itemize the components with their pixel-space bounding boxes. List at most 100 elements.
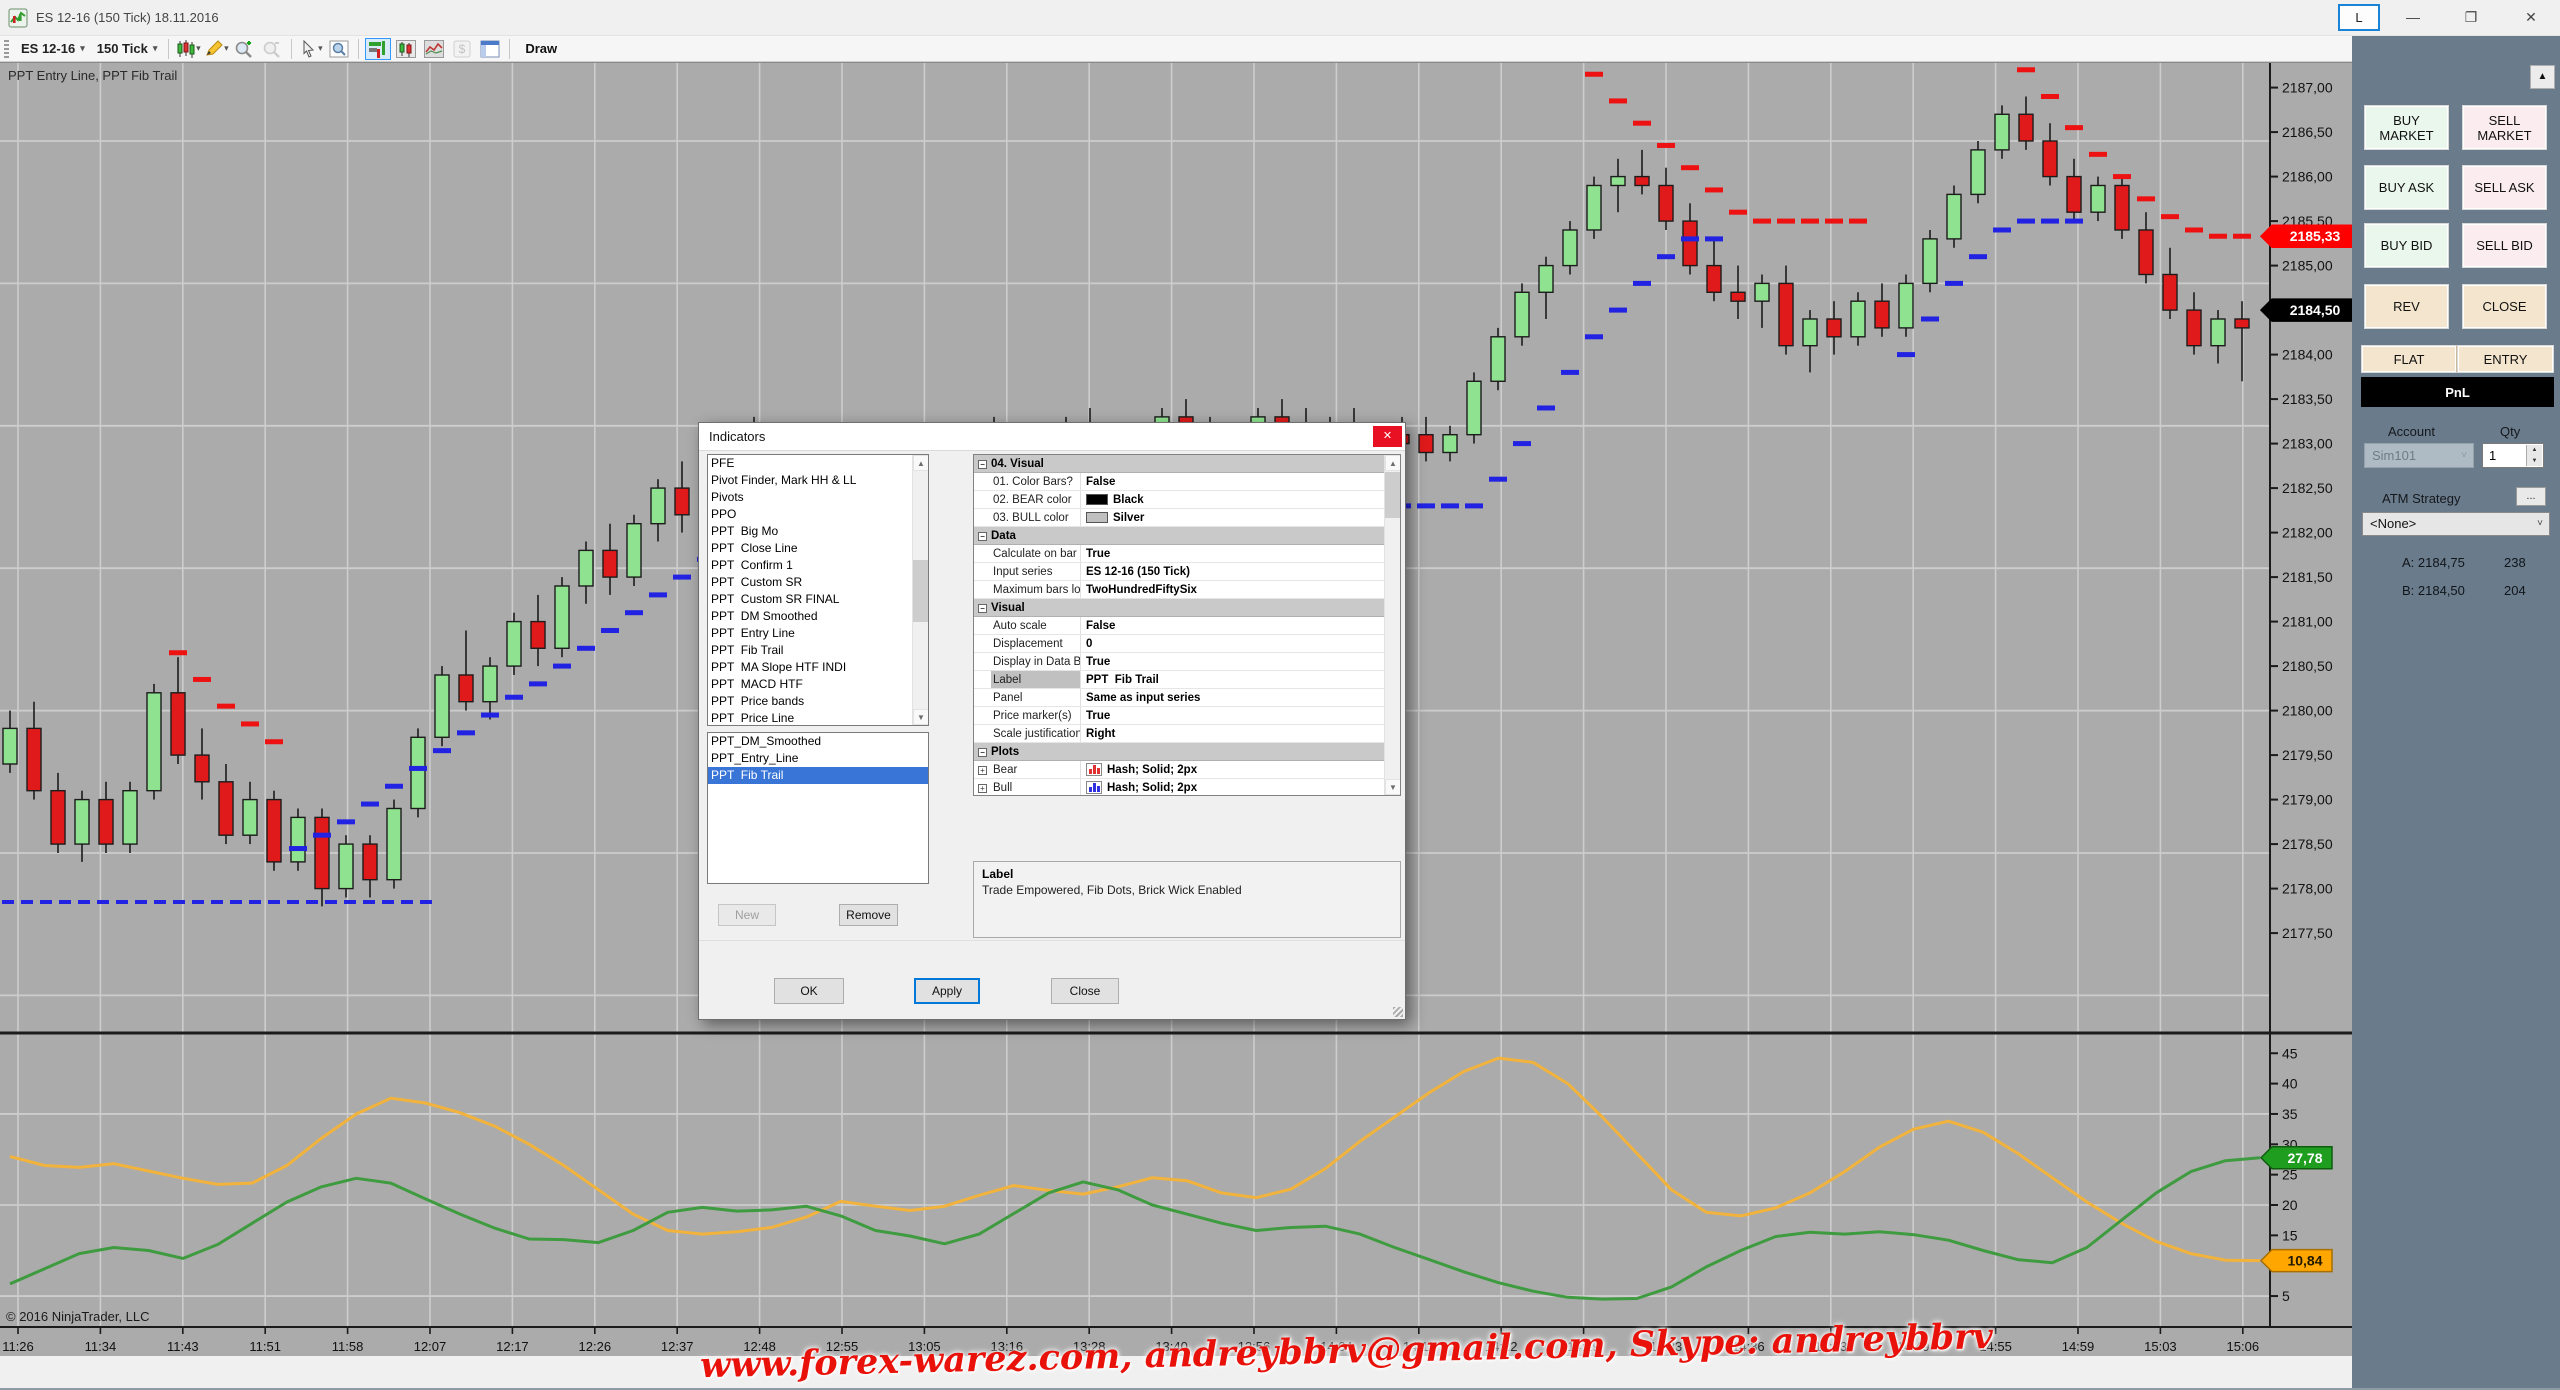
close-position-button[interactable]: CLOSE <box>2462 284 2547 329</box>
buy-market-button[interactable]: BUY MARKET <box>2364 105 2449 150</box>
indicator-list-item[interactable]: PPT Price Line <box>708 710 928 726</box>
toolbar-grip[interactable] <box>4 40 9 58</box>
indicator-list-item[interactable]: Pivot Finder, Mark HH & LL <box>708 472 928 489</box>
sell-ask-button[interactable]: SELL ASK <box>2462 165 2547 210</box>
entry-tab[interactable]: ENTRY <box>2457 345 2554 373</box>
property-row[interactable]: Auto scaleFalse <box>974 617 1400 635</box>
atm-strategy-select[interactable]: <None>˅ <box>2362 512 2550 536</box>
indicators-button[interactable] <box>421 38 447 60</box>
draw-menu[interactable]: Draw <box>515 41 567 56</box>
property-row[interactable]: LabelPPT Fib Trail <box>974 671 1400 689</box>
instrument-selector[interactable]: ES 12-16▾ <box>15 39 91 58</box>
strategies-button[interactable]: $ <box>449 38 475 60</box>
collapse-icon[interactable]: − <box>978 532 987 541</box>
indicator-list-item[interactable]: PPT MA Slope HTF INDI <box>708 659 928 676</box>
property-value[interactable]: True <box>1080 653 1400 670</box>
indicator-list-item[interactable]: PPT MACD HTF <box>708 676 928 693</box>
property-value[interactable]: Hash; Solid; 2px <box>1080 779 1400 796</box>
property-value[interactable]: Hash; Solid; 2px <box>1080 761 1400 778</box>
property-row[interactable]: 03. BULL colorSilver <box>974 509 1400 527</box>
flat-tab[interactable]: FLAT <box>2361 345 2457 373</box>
property-value[interactable]: Same as input series <box>1080 689 1400 706</box>
property-value[interactable]: True <box>1080 545 1400 562</box>
applied-indicator-item[interactable]: PPT_Entry_Line <box>708 750 928 767</box>
property-category[interactable]: −Visual <box>974 599 1400 617</box>
panel-collapse-button[interactable]: ▲ <box>2530 65 2555 89</box>
indicator-list-item[interactable]: PPT Price bands <box>708 693 928 710</box>
property-row[interactable]: Displacement0 <box>974 635 1400 653</box>
property-category[interactable]: −Data <box>974 527 1400 545</box>
indicator-list-item[interactable]: PPT Close Line <box>708 540 928 557</box>
new-button[interactable]: New <box>718 904 776 926</box>
indicator-list-item[interactable]: PPT Entry Line <box>708 625 928 642</box>
quantity-stepper[interactable]: 1 ▲▼ <box>2482 443 2544 468</box>
zoom-out-button[interactable] <box>259 38 285 60</box>
reverse-button[interactable]: REV <box>2364 284 2449 329</box>
zoom-in-button[interactable] <box>231 38 257 60</box>
data-series-button[interactable] <box>393 38 419 60</box>
interval-selector[interactable]: 150 Tick▾ <box>91 39 164 58</box>
close-button[interactable]: ✕ <box>2508 0 2554 34</box>
indicator-list-item[interactable]: Pivots <box>708 489 928 506</box>
property-row[interactable]: 01. Color Bars?False <box>974 473 1400 491</box>
chart-style-button[interactable]: ▾ <box>175 38 201 60</box>
property-value[interactable]: Right <box>1080 725 1400 742</box>
apply-button[interactable]: Apply <box>914 978 980 1004</box>
expand-icon[interactable]: + <box>978 784 987 793</box>
indicator-list-item[interactable]: PPT Big Mo <box>708 523 928 540</box>
expand-icon[interactable]: + <box>978 766 987 775</box>
property-row[interactable]: Display in Data BoxTrue <box>974 653 1400 671</box>
property-value[interactable]: TwoHundredFiftySix <box>1080 581 1400 598</box>
scrollbar-thumb[interactable] <box>1385 472 1401 518</box>
dialog-titlebar[interactable]: Indicators ✕ <box>699 423 1405 451</box>
applied-indicator-item[interactable]: PPT_DM_Smoothed <box>708 733 928 750</box>
data-box-button[interactable] <box>326 38 352 60</box>
indicator-list-item[interactable]: PPT Fib Trail <box>708 642 928 659</box>
indicator-list-item[interactable]: PFE <box>708 455 928 472</box>
remove-button[interactable]: Remove <box>839 904 898 926</box>
sell-market-button[interactable]: SELL MARKET <box>2462 105 2547 150</box>
property-row[interactable]: Price marker(s)True <box>974 707 1400 725</box>
account-select[interactable]: Sim101˅ <box>2364 443 2474 468</box>
resize-grip[interactable] <box>1393 1007 1403 1017</box>
applied-indicators-list[interactable]: PPT_DM_SmoothedPPT_Entry_LinePPT Fib Tra… <box>707 732 929 884</box>
atm-more-button[interactable]: ... <box>2516 487 2546 506</box>
applied-indicator-item[interactable]: PPT Fib Trail <box>708 767 928 784</box>
property-category[interactable]: −04. Visual <box>974 455 1400 473</box>
property-value[interactable]: False <box>1080 617 1400 634</box>
scroll-down-icon[interactable]: ▼ <box>1385 779 1401 795</box>
property-row[interactable]: 02. BEAR colorBlack <box>974 491 1400 509</box>
stepper-arrows[interactable]: ▲▼ <box>2526 445 2542 466</box>
title-bar[interactable]: ES 12-16 (150 Tick) 18.11.2016 L — ❐ ✕ <box>0 0 2560 36</box>
property-value[interactable]: Black <box>1080 491 1400 508</box>
property-value[interactable]: False <box>1080 473 1400 490</box>
available-indicators-list[interactable]: PFEPivot Finder, Mark HH & LLPivotsPPOPP… <box>707 454 929 726</box>
maximize-button[interactable]: ❐ <box>2448 0 2494 34</box>
property-row[interactable]: Maximum bars look backTwoHundredFiftySix <box>974 581 1400 599</box>
scrollbar-thumb[interactable] <box>913 560 929 622</box>
scroll-up-icon[interactable]: ▲ <box>1385 455 1401 471</box>
property-row[interactable]: +BullHash; Solid; 2px <box>974 779 1400 796</box>
close-dialog-button[interactable]: Close <box>1051 978 1119 1004</box>
drawing-tools-button[interactable]: ▾ <box>203 38 229 60</box>
minimize-button[interactable]: — <box>2390 0 2436 34</box>
dialog-close-button[interactable]: ✕ <box>1373 426 1402 447</box>
indicator-list-item[interactable]: PPT Custom SR <box>708 574 928 591</box>
list-scrollbar[interactable]: ▲ ▼ <box>912 455 928 725</box>
indicator-list-item[interactable]: PPT DM Smoothed <box>708 608 928 625</box>
sell-bid-button[interactable]: SELL BID <box>2462 223 2547 268</box>
scroll-down-icon[interactable]: ▼ <box>913 709 929 725</box>
property-row[interactable]: Calculate on bar closeTrue <box>974 545 1400 563</box>
property-grid[interactable]: −04. Visual01. Color Bars?False02. BEAR … <box>973 454 1401 796</box>
property-category[interactable]: −Plots <box>974 743 1400 761</box>
ok-button[interactable]: OK <box>774 978 844 1004</box>
property-value[interactable]: Silver <box>1080 509 1400 526</box>
grid-scrollbar[interactable]: ▲ ▼ <box>1384 455 1400 795</box>
buy-bid-button[interactable]: BUY BID <box>2364 223 2449 268</box>
property-value[interactable]: PPT Fib Trail <box>1080 671 1400 688</box>
property-value[interactable]: ES 12-16 (150 Tick) <box>1080 563 1400 580</box>
chart-trader-button[interactable] <box>365 38 391 60</box>
indicator-list-item[interactable]: PPO <box>708 506 928 523</box>
collapse-icon[interactable]: − <box>978 604 987 613</box>
property-value[interactable]: True <box>1080 707 1400 724</box>
